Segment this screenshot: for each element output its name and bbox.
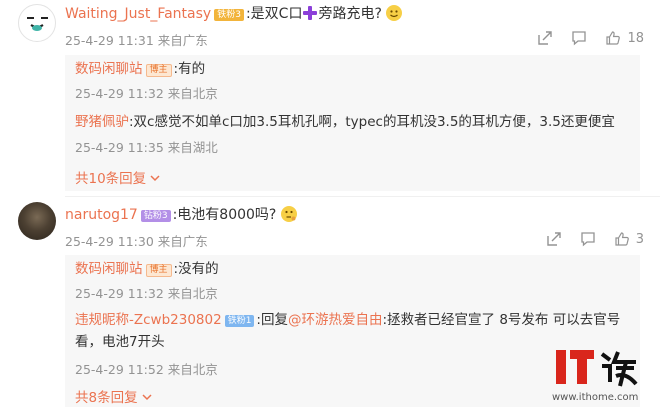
avatar[interactable]	[18, 202, 56, 240]
host-badge: 博主	[145, 64, 172, 77]
reply-text: :回复	[256, 312, 288, 328]
thumbs-up-icon	[615, 232, 629, 246]
reply-item: 数码闲聊站 博主:有的	[75, 60, 205, 78]
comment-username[interactable]: Waiting_Just_Fantasy	[65, 6, 211, 22]
reply-item: 数码闲聊站 博主:没有的	[75, 260, 219, 278]
reply-text: :双c感觉不如单c口加3.5耳机孔啊，typec的耳机没3.5的耳机方便，3.5…	[129, 114, 615, 130]
smile-emoji-icon	[386, 5, 403, 21]
host-badge: 博主	[145, 264, 172, 277]
like-button[interactable]: 3	[614, 231, 644, 247]
chevron-down-icon	[142, 389, 152, 405]
comment-meta: 25-4-29 11:31 来自广东	[65, 33, 208, 48]
fan-badge: 钻粉3	[140, 210, 171, 222]
comment-text: :是双C口	[245, 6, 303, 22]
reply-text-line2: 看，电池7开头	[75, 334, 165, 350]
share-icon[interactable]	[546, 231, 562, 247]
comment-username[interactable]: narutog17	[65, 207, 138, 223]
reply-text: :没有的	[173, 261, 219, 277]
reply-meta: 25-4-29 11:32 来自北京	[75, 86, 218, 101]
reply-username[interactable]: 数码闲聊站	[75, 61, 143, 77]
reply-meta: 25-4-29 11:32 来自北京	[75, 286, 218, 301]
thinking-emoji-icon	[280, 206, 297, 222]
mention-link[interactable]: @环游热爱自由	[288, 312, 383, 328]
more-replies-label: 共10条回复	[75, 171, 147, 187]
like-count: 3	[635, 231, 644, 247]
comment: Waiting_Just_Fantasy 铁粉3:是双C口 旁路充电? 25-4-2…	[0, 0, 660, 195]
avatar-face-icon	[27, 17, 48, 31]
reply-username[interactable]: 违规昵称-Zcwb230802	[75, 312, 222, 328]
comment-icon[interactable]	[571, 30, 587, 46]
comment-text: :电池有8000吗?	[172, 207, 277, 223]
reply-username[interactable]: 野猪佩驴	[75, 114, 129, 130]
reply-text-continued: :拯救者已经官宣了 8号发布 可以去官号	[382, 312, 621, 328]
comment-actions: 18	[537, 30, 644, 46]
more-replies-link[interactable]: 共10条回复	[75, 167, 161, 187]
like-count: 18	[627, 30, 644, 46]
reply-item: 野猪佩驴:双c感觉不如单c口加3.5耳机孔啊，typec的耳机没3.5的耳机方便…	[75, 113, 615, 131]
comment-meta: 25-4-29 11:30 来自广东	[65, 234, 208, 249]
comment-actions: 3	[546, 231, 644, 247]
fan-badge: 铁粉1	[224, 315, 255, 327]
fan-badge: 铁粉3	[214, 9, 244, 21]
comment-text-continued: 旁路充电?	[318, 6, 382, 22]
like-button[interactable]: 18	[605, 30, 644, 46]
more-replies-link[interactable]: 共8条回复	[75, 386, 152, 406]
plus-emoji-icon	[303, 6, 318, 20]
reply-item: 违规昵称-Zcwb230802 铁粉1:回复@环游热爱自由:拯救者已经官宣了 8号…	[75, 311, 620, 329]
reply-list: 数码闲聊站 博主:有的 25-4-29 11:32 来自北京 野猪佩驴:双c感觉不…	[65, 55, 640, 191]
chevron-down-icon	[150, 170, 161, 186]
more-replies-label: 共8条回复	[75, 390, 138, 406]
watermark-url: www.ithome.com	[552, 392, 639, 403]
comment-header: Waiting_Just_Fantasy 铁粉3:是双C口 旁路充电?	[65, 5, 403, 23]
reply-text: :有的	[173, 61, 206, 77]
comment-header: narutog17 钻粉3:电池有8000吗?	[65, 206, 297, 224]
avatar[interactable]	[18, 4, 56, 42]
ithome-watermark: www.ithome.com	[552, 348, 642, 408]
reply-username[interactable]: 数码闲聊站	[75, 261, 143, 277]
reply-meta: 25-4-29 11:35 来自湖北	[75, 140, 218, 155]
thumbs-up-icon	[606, 31, 621, 45]
share-icon[interactable]	[537, 30, 553, 46]
comment-icon[interactable]	[580, 231, 596, 247]
reply-meta: 25-4-29 11:52 来自北京	[75, 362, 218, 377]
